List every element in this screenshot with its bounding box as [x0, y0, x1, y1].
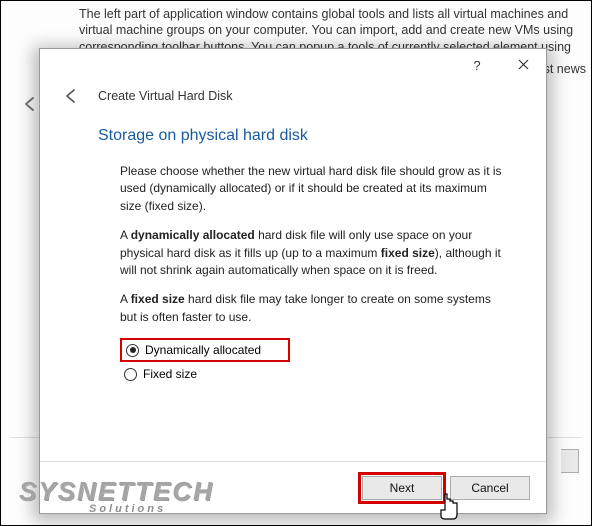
description-paragraph-2: A dynamically allocated hard disk file w… [120, 227, 508, 279]
dialog-title: Create Virtual Hard Disk [98, 89, 233, 103]
create-virtual-hard-disk-dialog: ? Create Virtual Hard Disk Storage on ph… [39, 48, 547, 514]
arrow-left-icon [62, 87, 80, 105]
help-icon: ? [473, 58, 480, 73]
dialog-content: Storage on physical hard disk Please cho… [40, 111, 546, 461]
radio-label: Fixed size [143, 367, 197, 381]
radio-icon [126, 344, 139, 357]
dialog-header-row: Create Virtual Hard Disk [40, 81, 546, 111]
back-button[interactable] [62, 87, 80, 105]
help-button[interactable]: ? [454, 50, 500, 80]
radio-icon [124, 368, 137, 381]
parent-dialog-button-edge [561, 449, 579, 473]
allocation-radio-group: Dynamically allocated Fixed size [120, 338, 508, 386]
radio-fixed-size[interactable]: Fixed size [120, 362, 508, 386]
next-button-label: Next [390, 481, 415, 495]
next-button[interactable]: Next [362, 476, 442, 500]
dialog-titlebar: ? [40, 49, 546, 81]
radio-dynamically-allocated[interactable]: Dynamically allocated [120, 338, 290, 362]
cancel-button-label: Cancel [471, 481, 508, 495]
watermark: SYSNETTECH Solutions [19, 476, 214, 515]
close-button[interactable] [500, 50, 546, 80]
description-paragraph-1: Please choose whether the new virtual ha… [120, 163, 508, 215]
page-heading: Storage on physical hard disk [98, 127, 508, 145]
close-icon [518, 58, 529, 73]
cancel-button[interactable]: Cancel [450, 476, 530, 500]
radio-label: Dynamically allocated [145, 343, 261, 357]
description-paragraph-3: A fixed size hard disk file may take lon… [120, 291, 508, 326]
